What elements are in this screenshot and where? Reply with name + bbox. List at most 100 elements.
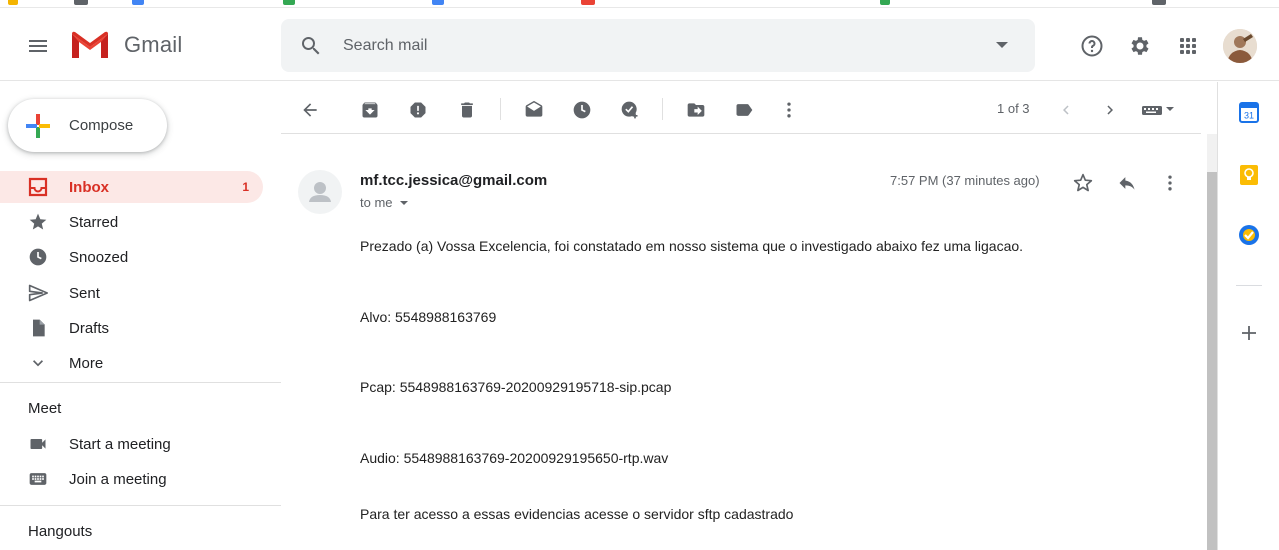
caret-down-icon: [399, 200, 408, 205]
side-panel-divider: [1236, 285, 1262, 286]
bookmark-bar-strip: [0, 0, 1279, 8]
left-sidebar: Compose Inbox 1 Starred Snoozed Sent Dra…: [0, 82, 281, 550]
message-body-line: Pcap: 5548988163769-20200929195718-sip.p…: [360, 379, 672, 395]
search-input[interactable]: [343, 32, 943, 60]
sidebar-item-sent[interactable]: Sent: [0, 277, 263, 309]
clock-icon: [573, 101, 591, 119]
older-button[interactable]: [1092, 92, 1128, 128]
reply-button[interactable]: [1111, 167, 1143, 199]
sidebar-item-snoozed[interactable]: Snoozed: [0, 241, 263, 273]
recipient-label: to me: [360, 195, 393, 210]
input-tools-button[interactable]: [1136, 92, 1180, 128]
sidebar-item-more[interactable]: More: [0, 347, 263, 379]
mark-unread-icon: [525, 100, 543, 117]
message-body-line: Audio: 5548988163769-20200929195650-rtp.…: [360, 450, 669, 466]
move-to-button[interactable]: [678, 92, 714, 128]
message-timestamp: 7:57 PM (37 minutes ago): [890, 173, 1040, 188]
sidebar-item-starred[interactable]: Starred: [0, 206, 263, 238]
keyboard-icon: [28, 469, 48, 489]
account-avatar[interactable]: [1223, 29, 1257, 63]
sidebar-divider: [0, 382, 281, 383]
recipient-details-toggle[interactable]: to me: [360, 195, 409, 210]
apps-grid-icon: [1180, 38, 1196, 54]
chevron-left-icon: [1063, 105, 1069, 115]
menu-icon: [29, 40, 47, 52]
message-body-line: Alvo: 5548988163769: [360, 309, 497, 325]
sidebar-item-label: Start a meeting: [69, 436, 171, 453]
toolbar-separator: [662, 98, 663, 120]
compose-button[interactable]: Compose: [8, 99, 167, 152]
back-button[interactable]: [292, 92, 328, 128]
google-apps-button[interactable]: [1168, 26, 1208, 66]
toolbar-separator: [500, 98, 501, 120]
side-panel: 31: [1217, 82, 1279, 550]
app-name: Gmail: [124, 32, 183, 57]
search-bar[interactable]: [281, 19, 1035, 72]
gmail-logo-icon: [72, 31, 108, 58]
star-message-button[interactable]: [1067, 167, 1099, 199]
sidebar-item-inbox[interactable]: Inbox 1: [0, 171, 263, 203]
sidebar-divider: [0, 505, 281, 506]
labels-button[interactable]: [726, 92, 762, 128]
calendar-button[interactable]: 31: [1235, 98, 1263, 126]
add-task-icon: [621, 101, 638, 119]
keep-button[interactable]: [1235, 161, 1263, 189]
gear-icon: [1131, 37, 1149, 55]
send-icon: [28, 283, 48, 303]
add-to-tasks-button[interactable]: [612, 92, 648, 128]
message-toolbar: 1 of 3: [281, 82, 1201, 134]
svg-text:31: 31: [1244, 111, 1254, 121]
meet-section-title: Meet: [28, 400, 62, 417]
sidebar-item-start-meeting[interactable]: Start a meeting: [0, 428, 263, 460]
mark-unread-button[interactable]: [516, 92, 552, 128]
inbox-icon: [28, 177, 48, 197]
sender-avatar: [298, 170, 342, 214]
help-button[interactable]: [1072, 26, 1112, 66]
compose-plus-icon: [26, 114, 50, 138]
newer-button[interactable]: [1048, 92, 1084, 128]
reply-icon: [1119, 177, 1135, 190]
main-menu-button[interactable]: [18, 26, 58, 66]
sidebar-item-label: Starred: [69, 214, 119, 231]
message-more-button[interactable]: [1154, 167, 1186, 199]
report-spam-icon: [410, 102, 426, 118]
gmail-logo[interactable]: Gmail: [70, 30, 182, 60]
sidebar-item-join-meeting[interactable]: Join a meeting: [0, 463, 263, 495]
more-actions-button[interactable]: [771, 92, 807, 128]
pagination-label: 1 of 3: [997, 101, 1030, 116]
clock-icon: [28, 247, 48, 267]
delete-button[interactable]: [449, 92, 485, 128]
trash-icon: [461, 102, 473, 118]
star-icon: [28, 212, 48, 232]
archive-button[interactable]: [352, 92, 388, 128]
settings-button[interactable]: [1120, 26, 1160, 66]
tasks-button[interactable]: [1235, 221, 1263, 249]
sidebar-item-label: Join a meeting: [69, 471, 167, 488]
help-icon: [1081, 35, 1103, 57]
keyboard-dropdown-icon: [1142, 106, 1174, 115]
sidebar-item-drafts[interactable]: Drafts: [0, 312, 263, 344]
archive-icon: [362, 102, 378, 118]
arrow-back-icon: [303, 103, 317, 117]
search-icon[interactable]: [299, 34, 323, 58]
report-spam-button[interactable]: [400, 92, 436, 128]
calendar-icon: 31: [1239, 102, 1259, 123]
default-avatar-icon: [309, 182, 331, 202]
search-options-dropdown-icon[interactable]: [995, 40, 1009, 50]
get-addons-button[interactable]: [1235, 319, 1263, 347]
video-icon: [28, 434, 48, 454]
message-body-line: Prezado (a) Vossa Excelencia, foi consta…: [360, 238, 1024, 254]
scrollbar-thumb[interactable]: [1207, 172, 1217, 550]
avatar-photo-icon: [1223, 29, 1257, 63]
snooze-button[interactable]: [564, 92, 600, 128]
app-header: Gmail: [0, 8, 1279, 81]
plus-icon: [1242, 326, 1256, 340]
sidebar-item-label: Snoozed: [69, 249, 129, 266]
sidebar-item-label: Drafts: [69, 320, 110, 337]
message-body-line: Para ter acesso a essas evidencias acess…: [360, 506, 794, 522]
chevron-right-icon: [1107, 105, 1113, 115]
draft-icon: [28, 318, 48, 338]
star-outline-icon: [1073, 173, 1093, 192]
sidebar-item-label: Sent: [69, 285, 100, 302]
sender-email[interactable]: mf.tcc.jessica@gmail.com: [360, 172, 547, 189]
